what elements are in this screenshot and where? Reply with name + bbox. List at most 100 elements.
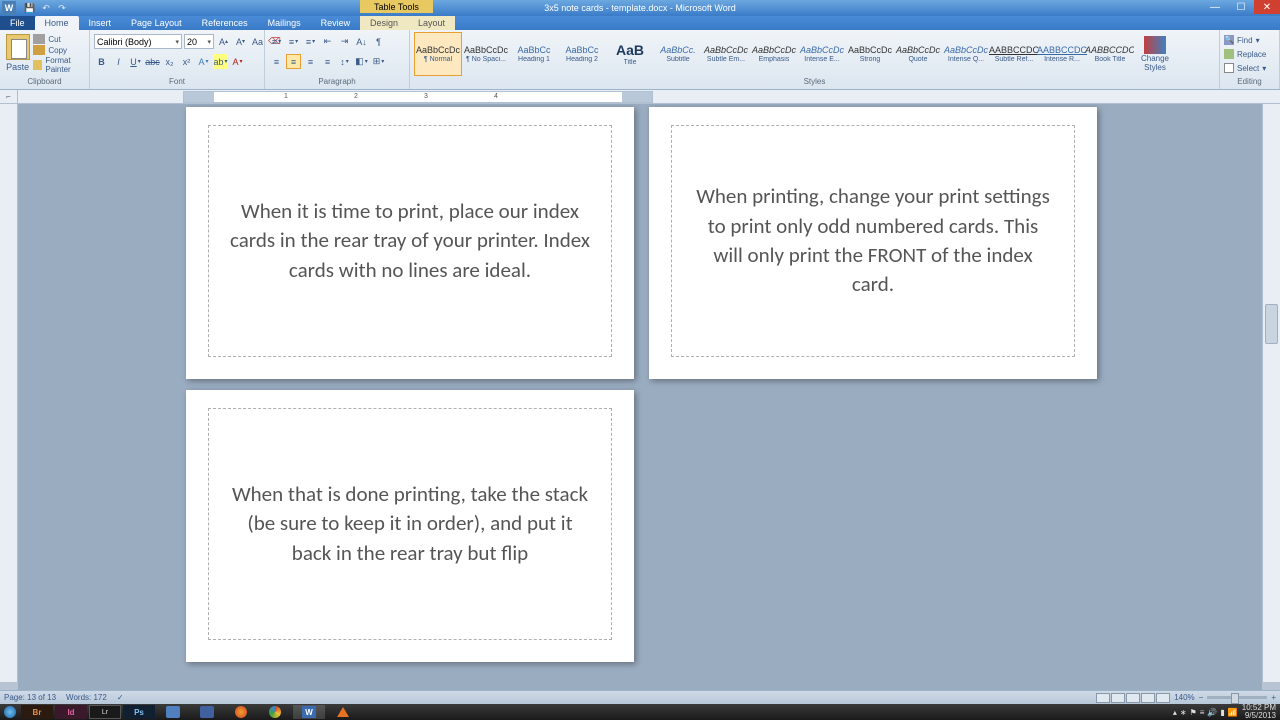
document-canvas[interactable]: When it is time to print, place our inde…: [18, 104, 1262, 698]
zoom-out-button[interactable]: −: [1199, 693, 1204, 702]
status-page[interactable]: Page: 13 of 13: [4, 693, 56, 702]
subscript-button[interactable]: x₂: [162, 54, 177, 69]
tab-layout[interactable]: Layout: [408, 16, 455, 30]
taskbar-chrome[interactable]: [259, 705, 291, 719]
change-styles-button[interactable]: Change Styles: [1136, 32, 1174, 72]
status-words[interactable]: Words: 172: [66, 693, 107, 702]
tab-page-layout[interactable]: Page Layout: [121, 16, 192, 30]
increase-indent-button[interactable]: ⇥: [337, 34, 352, 49]
format-painter-button[interactable]: Format Painter: [33, 56, 85, 74]
redo-icon[interactable]: ↷: [56, 2, 68, 14]
tab-design[interactable]: Design: [360, 16, 408, 30]
zoom-slider[interactable]: [1207, 696, 1267, 699]
tray-volume-icon[interactable]: 🔊: [1207, 708, 1217, 717]
align-left-button[interactable]: ≡: [269, 54, 284, 69]
index-card[interactable]: When that is done printing, take the sta…: [186, 390, 634, 662]
tab-insert[interactable]: Insert: [79, 16, 122, 30]
style-item[interactable]: AaBbCcDcQuote: [894, 32, 942, 76]
tab-review[interactable]: Review: [311, 16, 361, 30]
vertical-ruler[interactable]: [0, 104, 18, 682]
style-item[interactable]: AaBbCc.Subtitle: [654, 32, 702, 76]
justify-button[interactable]: ≡: [320, 54, 335, 69]
taskbar-indesign[interactable]: Id: [55, 705, 87, 719]
card-text[interactable]: When printing, change your print setting…: [692, 182, 1054, 300]
style-item[interactable]: AaBbCcDc¶ No Spaci...: [462, 32, 510, 76]
style-item[interactable]: AABBCCDCBook Title: [1086, 32, 1134, 76]
cut-button[interactable]: Cut: [33, 34, 85, 44]
view-print-layout[interactable]: [1096, 693, 1110, 703]
sort-button[interactable]: A↓: [354, 34, 369, 49]
style-item[interactable]: AABBCCDCIntense R...: [1038, 32, 1086, 76]
taskbar-bridge[interactable]: Br: [21, 705, 53, 719]
taskbar-app[interactable]: [191, 705, 223, 719]
card-cell[interactable]: When it is time to print, place our inde…: [208, 125, 612, 357]
font-name-combo[interactable]: Calibri (Body): [94, 34, 182, 49]
vertical-scrollbar[interactable]: [1262, 104, 1280, 682]
styles-gallery[interactable]: AaBbCcDc¶ NormalAaBbCcDc¶ No Spaci...AaB…: [414, 32, 1134, 76]
zoom-level[interactable]: 140%: [1174, 693, 1194, 702]
undo-icon[interactable]: ↶: [40, 2, 52, 14]
show-marks-button[interactable]: ¶: [371, 34, 386, 49]
align-center-button[interactable]: ≡: [286, 54, 301, 69]
zoom-in-button[interactable]: +: [1271, 693, 1276, 702]
card-cell[interactable]: When printing, change your print setting…: [671, 125, 1075, 357]
replace-button[interactable]: Replace: [1224, 48, 1266, 60]
save-icon[interactable]: 💾: [24, 2, 36, 14]
tray-battery-icon[interactable]: ▮: [1220, 708, 1224, 717]
tray-up-icon[interactable]: ▴: [1173, 708, 1177, 717]
copy-button[interactable]: Copy: [33, 45, 85, 55]
view-outline[interactable]: [1141, 693, 1155, 703]
numbering-button[interactable]: ≡: [286, 34, 301, 49]
shrink-font-button[interactable]: A▾: [233, 34, 248, 49]
change-case-button[interactable]: Aa: [250, 34, 265, 49]
font-color-button[interactable]: A: [230, 54, 245, 69]
taskbar-explorer[interactable]: [157, 705, 189, 719]
ruler-corner[interactable]: ⌐: [0, 90, 18, 103]
scrollbar-thumb[interactable]: [1265, 304, 1278, 344]
view-web-layout[interactable]: [1126, 693, 1140, 703]
style-item[interactable]: AaBbCcHeading 1: [510, 32, 558, 76]
align-right-button[interactable]: ≡: [303, 54, 318, 69]
paste-button[interactable]: Paste: [4, 32, 31, 72]
tray-action-icon[interactable]: ⚑: [1190, 708, 1197, 717]
style-item[interactable]: AaBbCcDcIntense Q...: [942, 32, 990, 76]
tab-mailings[interactable]: Mailings: [258, 16, 311, 30]
shading-button[interactable]: ◧: [354, 54, 369, 69]
tray-bluetooth-icon[interactable]: ∗: [1180, 708, 1187, 717]
style-item[interactable]: AaBbCcHeading 2: [558, 32, 606, 76]
highlight-button[interactable]: ab: [213, 54, 228, 69]
horizontal-ruler[interactable]: 1 2 3 4: [18, 90, 1280, 103]
style-item[interactable]: AABBCCDCSubtle Ref...: [990, 32, 1038, 76]
find-button[interactable]: 🔍Find ▾: [1224, 34, 1260, 46]
style-item[interactable]: AaBbCcDcStrong: [846, 32, 894, 76]
text-effects-button[interactable]: A: [196, 54, 211, 69]
style-item[interactable]: AaBbCcDc¶ Normal: [414, 32, 462, 76]
tab-references[interactable]: References: [192, 16, 258, 30]
view-full-screen[interactable]: [1111, 693, 1125, 703]
bold-button[interactable]: B: [94, 54, 109, 69]
style-item[interactable]: AaBbCcDcSubtle Em...: [702, 32, 750, 76]
taskbar-lightroom[interactable]: Lr: [89, 705, 121, 719]
italic-button[interactable]: I: [111, 54, 126, 69]
tray-network-icon[interactable]: ≡: [1200, 708, 1205, 717]
taskbar-photoshop[interactable]: Ps: [123, 705, 155, 719]
status-proof-icon[interactable]: ✓: [117, 693, 124, 702]
strike-button[interactable]: abc: [145, 54, 160, 69]
taskbar-vlc[interactable]: [327, 705, 359, 719]
maximize-button[interactable]: ☐: [1228, 0, 1254, 14]
tray-clock[interactable]: 10:52 PM 9/5/2013: [1242, 704, 1276, 720]
tab-file[interactable]: File: [0, 16, 35, 30]
decrease-indent-button[interactable]: ⇤: [320, 34, 335, 49]
superscript-button[interactable]: x²: [179, 54, 194, 69]
taskbar-firefox[interactable]: [225, 705, 257, 719]
grow-font-button[interactable]: A▴: [216, 34, 231, 49]
tray-wifi-icon[interactable]: 📶: [1228, 708, 1238, 717]
index-card[interactable]: When printing, change your print setting…: [649, 107, 1097, 379]
font-size-combo[interactable]: 20: [184, 34, 214, 49]
style-item[interactable]: AaBbCcDcIntense E...: [798, 32, 846, 76]
style-item[interactable]: AaBbCcDcEmphasis: [750, 32, 798, 76]
multilevel-button[interactable]: ≡: [303, 34, 318, 49]
view-draft[interactable]: [1156, 693, 1170, 703]
card-text[interactable]: When it is time to print, place our inde…: [229, 197, 591, 285]
card-text[interactable]: When that is done printing, take the sta…: [229, 480, 591, 568]
